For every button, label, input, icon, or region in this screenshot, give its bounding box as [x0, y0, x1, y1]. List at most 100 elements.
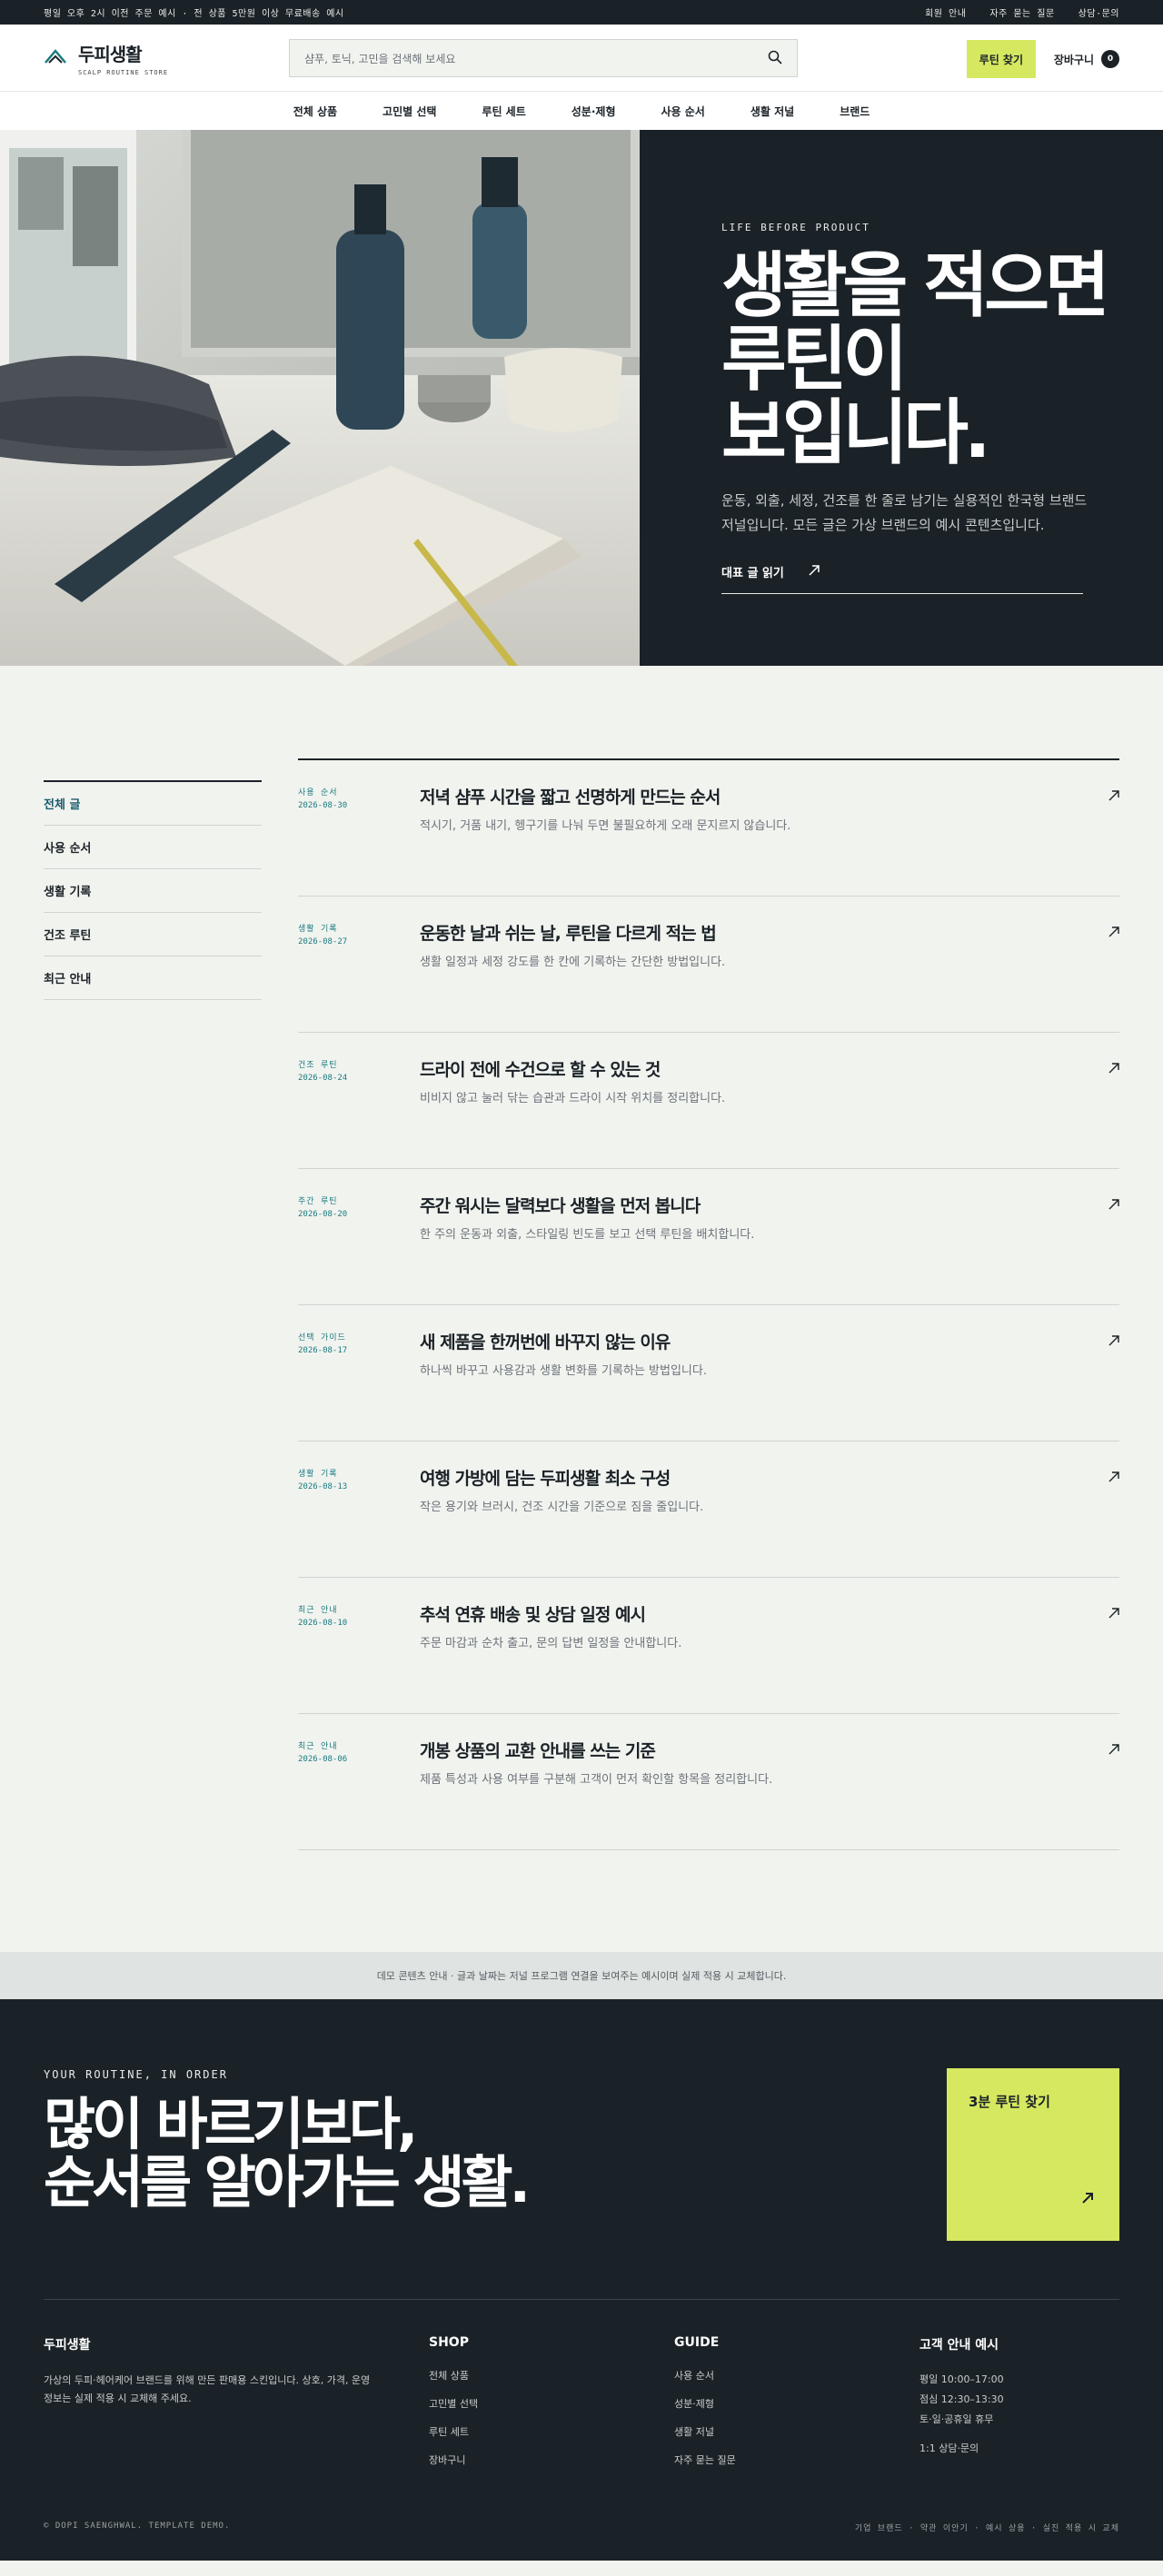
- article-title[interactable]: 추석 연휴 배송 및 상담 일정 예시: [420, 1601, 646, 1626]
- article-description: 주문 마감과 순차 출고, 문의 답변 일정을 안내합니다.: [420, 1637, 682, 1650]
- footer-cs-title: 고객 안내 예시: [919, 2338, 999, 2353]
- article-title[interactable]: 운동한 날과 쉬는 날, 루틴을 다르게 적는 법: [420, 920, 717, 945]
- top-link-contact[interactable]: 상담·문의: [1079, 5, 1119, 19]
- copyright: © DOPI SAENGHWAL. TEMPLATE DEMO.: [44, 2522, 231, 2531]
- footer-brand-about: 가상의 두피·헤어케어 브랜드를 위해 만든 판매용 스킨입니다. 상호, 가격…: [44, 2374, 371, 2404]
- article-item[interactable]: 선택 가이드 2026-08-17 새 제품을 한꺼번에 바꾸지 않는 이유 하…: [298, 1305, 1119, 1442]
- journal-section: 전체 글 사용 순서 생활 기록 건조 루틴 최근 안내 사용 순서 2026-…: [0, 666, 1163, 1952]
- article-item[interactable]: 주간 루틴 2026-08-20 주간 워시는 달력보다 생활을 먼저 봅니다 …: [298, 1169, 1119, 1305]
- nav-brand[interactable]: 브랜드: [817, 104, 892, 119]
- sidebar-item-usage[interactable]: 사용 순서: [44, 826, 262, 869]
- featured-article-link[interactable]: 대표 글 읽기: [721, 563, 1083, 594]
- search-icon[interactable]: [768, 50, 782, 67]
- footer-guide-title: GUIDE: [674, 2335, 720, 2350]
- footer-link[interactable]: 장바구니: [429, 2452, 478, 2467]
- footer: YOUR ROUTINE, IN ORDER 많이 바르기보다, 순서를 알아가…: [0, 1999, 1163, 2561]
- article-date: 2026-08-20: [298, 1210, 348, 1219]
- footer-link[interactable]: 성분·제형: [674, 2396, 736, 2411]
- footer-bottom: © DOPI SAENGHWAL. TEMPLATE DEMO. 기업 브랜드 …: [44, 2522, 1119, 2533]
- arrow-up-right-icon[interactable]: [1108, 1741, 1119, 1759]
- sidebar-item-drying[interactable]: 건조 루틴: [44, 913, 262, 956]
- article-title[interactable]: 주간 워시는 달력보다 생활을 먼저 봅니다: [420, 1193, 701, 1217]
- article-category: 생활 기록: [298, 925, 338, 934]
- footer-link[interactable]: 자주 묻는 질문: [674, 2452, 736, 2467]
- logo-icon: [44, 48, 67, 68]
- article-title[interactable]: 드라이 전에 수건으로 할 수 있는 것: [420, 1056, 661, 1081]
- article-category: 최근 안내: [298, 1742, 338, 1751]
- footer-divider: [44, 2299, 1119, 2300]
- nav-routine-sets[interactable]: 루틴 세트: [459, 104, 548, 119]
- article-item[interactable]: 최근 안내 2026-08-10 추석 연휴 배송 및 상담 일정 예시 주문 …: [298, 1578, 1119, 1714]
- arrow-up-right-icon[interactable]: [1108, 788, 1119, 805]
- sidebar-item-life[interactable]: 생활 기록: [44, 869, 262, 913]
- cart-button[interactable]: 장바구니 0: [1054, 50, 1119, 68]
- nav-by-concern[interactable]: 고민별 선택: [360, 104, 459, 119]
- footer-link[interactable]: 생활 저널: [674, 2424, 736, 2439]
- arrow-up-right-icon: [1081, 2192, 1094, 2208]
- article-item[interactable]: 사용 순서 2026-08-30 저녁 샴푸 시간을 짧고 선명하게 만드는 순…: [298, 760, 1119, 897]
- article-date: 2026-08-06: [298, 1755, 348, 1764]
- footer-link[interactable]: 루틴 세트: [429, 2424, 478, 2439]
- nav-all-products[interactable]: 전체 상품: [271, 104, 360, 119]
- top-links: 회원 안내 자주 묻는 질문 상담·문의: [925, 5, 1119, 19]
- article-description: 제품 특성과 사용 여부를 구분해 고객이 먼저 확인할 항목을 정리합니다.: [420, 1773, 773, 1787]
- sidebar-item-notices[interactable]: 최근 안내: [44, 956, 262, 1000]
- footer-customer-service: 고객 안내 예시 평일 10:00–17:00 점심 12:30–13:30 토…: [919, 2335, 1004, 2469]
- arrow-up-right-icon[interactable]: [1108, 1196, 1119, 1214]
- article-item[interactable]: 건조 루틴 2026-08-24 드라이 전에 수건으로 할 수 있는 것 비비…: [298, 1033, 1119, 1169]
- article-item[interactable]: 최근 안내 2026-08-06 개봉 상품의 교환 안내를 쓰는 기준 제품 …: [298, 1714, 1119, 1850]
- search-input[interactable]: 샴푸, 토닉, 고민을 검색해 보세요: [289, 39, 798, 77]
- article-description: 하나씩 바꾸고 사용감과 생활 변화를 기록하는 방법입니다.: [420, 1364, 707, 1378]
- footer-link[interactable]: 사용 순서: [674, 2368, 736, 2383]
- top-link-member[interactable]: 회원 안내: [925, 5, 966, 19]
- logo-subtitle: SCALP ROUTINE STORE: [78, 68, 169, 76]
- arrow-up-right-icon: [808, 564, 820, 580]
- footer-shop-title: SHOP: [429, 2335, 469, 2350]
- quick-routine-cta[interactable]: 3분 루틴 찾기: [947, 2068, 1119, 2241]
- cs-lunch: 점심 12:30–13:30: [919, 2393, 1004, 2405]
- article-item[interactable]: 생활 기록 2026-08-13 여행 가방에 담는 두피생활 최소 구성 작은…: [298, 1442, 1119, 1578]
- sidebar-item-all[interactable]: 전체 글: [44, 782, 262, 826]
- arrow-up-right-icon[interactable]: [1108, 1333, 1119, 1350]
- hero-title-line: 루틴이: [721, 319, 908, 401]
- article-date: 2026-08-10: [298, 1619, 348, 1628]
- footer-brand: 두피생활 가상의 두피·헤어케어 브랜드를 위해 만든 판매용 스킨입니다. 상…: [44, 2335, 380, 2408]
- top-link-faq[interactable]: 자주 묻는 질문: [989, 5, 1054, 19]
- footer-link[interactable]: 고민별 선택: [429, 2396, 478, 2411]
- footer-shop: SHOP 전체 상품 고민별 선택 루틴 세트 장바구니: [429, 2335, 478, 2481]
- main-nav: 전체 상품 고민별 선택 루틴 세트 성분·제형 사용 순서 생활 저널 브랜드: [0, 91, 1163, 130]
- article-title[interactable]: 새 제품을 한꺼번에 바꾸지 않는 이유: [420, 1329, 671, 1353]
- article-category: 생활 기록: [298, 1470, 338, 1479]
- nav-usage-order[interactable]: 사용 순서: [639, 104, 728, 119]
- logo-name: 두피생활: [78, 43, 143, 65]
- article-title[interactable]: 여행 가방에 담는 두피생활 최소 구성: [420, 1465, 671, 1490]
- arrow-up-right-icon[interactable]: [1108, 1469, 1119, 1486]
- footer-legal-links[interactable]: 기업 브랜드 · 약관 이안기 · 예시 상용 · 실진 적용 시 교체: [855, 2522, 1119, 2533]
- arrow-up-right-icon[interactable]: [1108, 1060, 1119, 1077]
- nav-ingredients[interactable]: 성분·제형: [549, 104, 639, 119]
- shipping-notice: 평일 오후 2시 이전 주문 예시 · 전 상품 5만원 이상 무료배송 예시: [44, 9, 344, 19]
- article-item[interactable]: 생활 기록 2026-08-27 운동한 날과 쉬는 날, 루틴을 다르게 적는…: [298, 897, 1119, 1033]
- cart-label: 장바구니: [1053, 53, 1094, 66]
- hero: LIFE BEFORE PRODUCT 생활을 적으면 루틴이 보입니다. 운동…: [0, 130, 1163, 666]
- search-placeholder: 샴푸, 토닉, 고민을 검색해 보세요: [304, 52, 456, 65]
- demo-notice-bar: 데모 콘텐츠 안내 · 글과 날짜는 저널 프로그램 연결을 보여주는 예시이며…: [0, 1952, 1163, 1999]
- cs-closed: 토·일·공휴일 휴무: [919, 2413, 994, 2425]
- article-title[interactable]: 저녁 샴푸 시간을 짧고 선명하게 만드는 순서: [420, 784, 721, 808]
- footer-brand-title: 두피생활: [44, 2338, 91, 2353]
- nav-life-journal[interactable]: 생활 저널: [728, 104, 817, 119]
- category-sidebar: 전체 글 사용 순서 생활 기록 건조 루틴 최근 안내: [44, 780, 262, 1000]
- routine-finder-button[interactable]: 루틴 찾기: [966, 40, 1036, 78]
- article-description: 작은 용기와 브러시, 건조 시간을 기준으로 짐을 줄입니다.: [420, 1501, 704, 1514]
- article-title[interactable]: 개봉 상품의 교환 안내를 쓰는 기준: [420, 1738, 656, 1762]
- article-date: 2026-08-27: [298, 937, 348, 946]
- footer-guide: GUIDE 사용 순서 성분·제형 생활 저널 자주 묻는 질문: [674, 2335, 736, 2481]
- article-category: 주간 루틴: [298, 1197, 338, 1206]
- logo[interactable]: 두피생활 SCALP ROUTINE STORE: [44, 40, 289, 76]
- arrow-up-right-icon[interactable]: [1108, 1605, 1119, 1622]
- cs-inquiry-link[interactable]: 1:1 상담·문의: [919, 2441, 1004, 2455]
- footer-link[interactable]: 전체 상품: [429, 2368, 478, 2383]
- arrow-up-right-icon[interactable]: [1108, 924, 1119, 941]
- hero-title: 생활을 적으면 루틴이 보입니다.: [721, 250, 1163, 471]
- featured-link-label: 대표 글 읽기: [721, 567, 784, 580]
